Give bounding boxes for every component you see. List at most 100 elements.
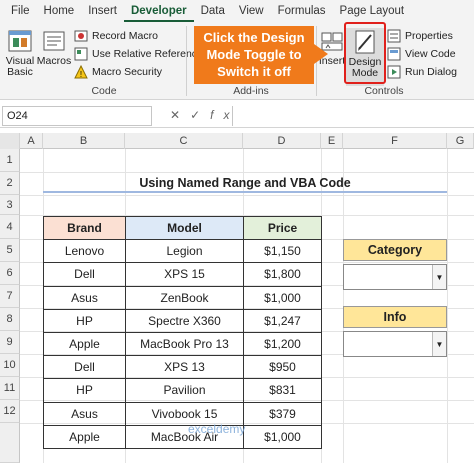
tab-file[interactable]: File [4,2,37,22]
price-cell[interactable]: $1,247 [243,308,322,333]
table-row: Apple MacBook Air $1,000 [43,424,322,449]
column-header-d[interactable]: D [243,133,321,149]
macros-button[interactable]: Macros [36,28,72,67]
price-cell[interactable]: $379 [243,401,322,426]
gridline [20,195,474,196]
properties-button[interactable]: Properties [387,28,453,44]
brand-cell[interactable]: Asus [43,401,126,426]
row-header-5[interactable]: 5 [0,239,20,262]
view-code-icon [387,47,401,61]
category-combobox[interactable]: ▼ [343,264,447,290]
gridline [447,149,448,463]
macros-label: Macros [36,55,72,67]
visual-basic-button[interactable]: Visual Basic [4,28,36,78]
tab-developer[interactable]: Developer [123,2,194,22]
brand-cell[interactable]: Asus [43,285,126,310]
tab-view[interactable]: View [232,2,271,22]
watermark: exceldemy [188,422,246,436]
table-row: Dell XPS 13 $950 [43,355,322,380]
column-header-a[interactable]: A [20,133,43,149]
formula-input[interactable] [232,106,472,126]
formula-bar: O24 ✕✓fx [0,104,474,128]
table-header-row: Brand Model Price [43,215,322,241]
properties-icon [387,29,401,43]
model-cell[interactable]: MacBook Pro 13 [125,331,244,357]
model-cell[interactable]: Legion [125,239,244,264]
price-cell[interactable]: $1,150 [243,239,322,264]
column-headers: A B C D E F G [0,133,474,149]
row-header-3[interactable]: 3 [0,195,20,215]
select-all-corner[interactable] [0,133,20,149]
header-model[interactable]: Model [125,215,244,241]
run-dialog-label: Run Dialog [405,66,457,78]
column-header-g[interactable]: G [447,133,474,149]
tab-page-layout[interactable]: Page Layout [333,2,412,22]
row-header-4[interactable]: 4 [0,215,20,239]
name-box[interactable]: O24 [2,106,152,126]
visual-basic-icon [8,30,32,52]
svg-text:!: ! [80,70,82,79]
ribbon-tabs: File Home Insert Developer Data View For… [0,0,474,22]
row-header-13[interactable] [0,423,20,463]
product-table: Brand Model Price Lenovo Legion $1,150 Del… [43,215,322,449]
column-header-b[interactable]: B [43,133,125,149]
row-header-10[interactable]: 10 [0,354,20,377]
header-brand[interactable]: Brand [43,215,126,241]
model-cell[interactable]: ZenBook [125,285,244,310]
model-cell[interactable]: XPS 13 [125,355,244,380]
record-macro-button[interactable]: Record Macro [74,28,158,44]
enter-icon[interactable]: ✓ [190,108,210,122]
brand-cell[interactable]: Dell [43,262,126,287]
row-header-12[interactable]: 12 [0,400,20,423]
price-cell[interactable]: $1,200 [243,331,322,357]
row-header-11[interactable]: 11 [0,377,20,400]
model-cell[interactable]: XPS 15 [125,262,244,287]
row-header-6[interactable]: 6 [0,262,20,285]
column-header-c[interactable]: C [125,133,243,149]
model-cell[interactable]: Spectre X360 [125,308,244,333]
price-cell[interactable]: $831 [243,378,322,403]
brand-cell[interactable]: Apple [43,424,126,449]
relative-references-label: Use Relative References [92,48,209,60]
price-cell[interactable]: $1,800 [243,262,322,287]
category-label: Category [343,239,447,261]
column-header-f[interactable]: F [343,133,447,149]
tab-data[interactable]: Data [194,2,232,22]
brand-cell[interactable]: Lenovo [43,239,126,264]
chevron-down-icon[interactable]: ▼ [432,332,446,356]
brand-cell[interactable]: HP [43,378,126,403]
row-header-2[interactable]: 2 [0,172,20,195]
info-label: Info [343,306,447,328]
header-price[interactable]: Price [243,215,322,241]
sheet-title: Using Named Range and VBA Code [43,173,447,193]
brand-cell[interactable]: HP [43,308,126,333]
tab-insert[interactable]: Insert [81,2,124,22]
brand-cell[interactable]: Dell [43,355,126,380]
row-header-8[interactable]: 8 [0,308,20,331]
properties-label: Properties [405,30,453,42]
row-header-7[interactable]: 7 [0,285,20,308]
row-header-1[interactable]: 1 [0,149,20,172]
controls-group-label: Controls [364,85,404,97]
brand-cell[interactable]: Apple [43,331,126,357]
callout-arrow [314,44,328,64]
run-dialog-icon [387,65,401,79]
info-combobox[interactable]: ▼ [343,331,447,357]
column-header-e[interactable]: E [321,133,343,149]
view-code-button[interactable]: View Code [387,46,456,62]
chevron-down-icon[interactable]: ▼ [432,265,446,289]
relative-references-icon [74,47,88,61]
price-cell[interactable]: $1,000 [243,424,322,449]
cancel-icon[interactable]: ✕ [170,108,190,122]
view-code-label: View Code [405,48,456,60]
price-cell[interactable]: $950 [243,355,322,380]
row-header-9[interactable]: 9 [0,331,20,354]
tab-formulas[interactable]: Formulas [271,2,333,22]
run-dialog-button[interactable]: Run Dialog [387,64,457,80]
price-cell[interactable]: $1,000 [243,285,322,310]
macro-security-button[interactable]: ! Macro Security [74,64,162,80]
tab-home[interactable]: Home [37,2,82,22]
use-relative-references-button[interactable]: Use Relative References [74,46,208,62]
model-cell[interactable]: Pavilion [125,378,244,403]
addins-group-label: Add-ins [233,85,269,97]
